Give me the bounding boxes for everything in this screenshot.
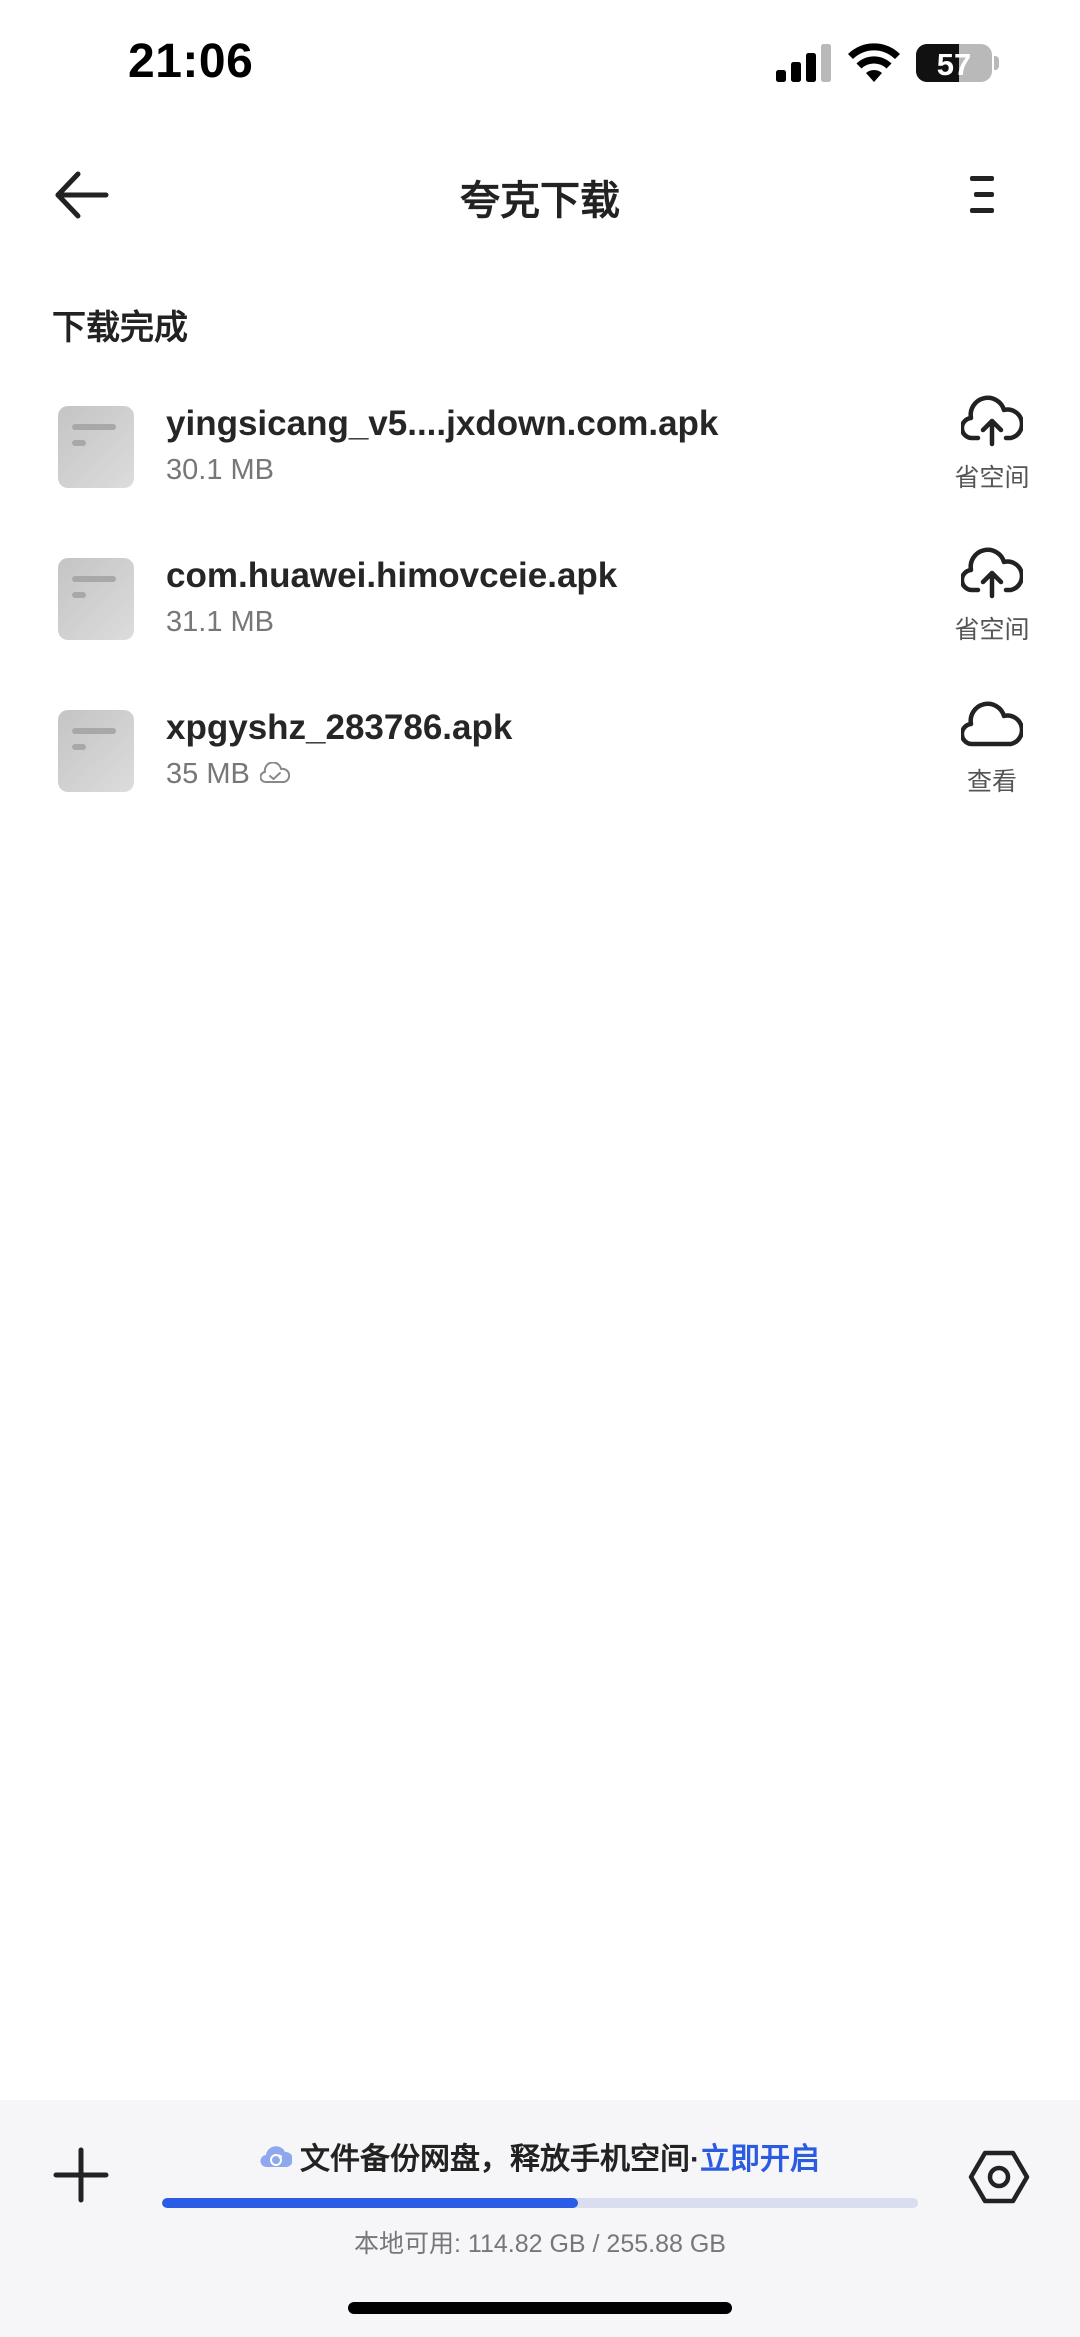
- menu-icon[interactable]: [960, 170, 1004, 220]
- view-button[interactable]: 查看: [940, 692, 1044, 810]
- apk-file-icon: [58, 558, 134, 640]
- file-name: com.huawei.himovceie.apk: [166, 556, 618, 595]
- file-name: yingsicang_v5....jxdown.com.apk: [166, 404, 719, 443]
- file-size: 31.1 MB: [166, 606, 274, 639]
- file-size-value: 35 MB: [166, 758, 250, 790]
- plus-icon[interactable]: [52, 2146, 110, 2204]
- file-size-value: 30.1 MB: [166, 454, 274, 486]
- battery-level: 57: [936, 47, 972, 82]
- save-space-label: 省空间: [954, 464, 1030, 492]
- apk-file-icon: [58, 710, 134, 792]
- backup-promo[interactable]: 文件备份网盘，释放手机空间·立即开启: [160, 2134, 920, 2178]
- save-space-button[interactable]: 省空间: [940, 540, 1044, 658]
- cloud-check-icon: [259, 762, 290, 783]
- file-name: xpgyshz_283786.apk: [166, 708, 513, 747]
- cloud-upload-icon: [961, 395, 1023, 447]
- file-size: 35 MB: [166, 758, 290, 791]
- wifi-icon: [848, 43, 900, 82]
- battery-icon: 57: [916, 44, 992, 82]
- cloud-icon: [961, 701, 1023, 747]
- list-item[interactable]: com.huawei.himovceie.apk 31.1 MB 省空间: [0, 530, 1080, 682]
- storage-progress-fill: [162, 2198, 578, 2208]
- list-item[interactable]: xpgyshz_283786.apk 35 MB 查看: [0, 682, 1080, 834]
- cloud-backup-icon: [260, 2146, 292, 2168]
- storage-progress-bar: [162, 2198, 918, 2208]
- enable-backup-link[interactable]: 立即开启: [700, 2143, 820, 2176]
- battery-tip: [994, 56, 999, 70]
- file-size-value: 31.1 MB: [166, 606, 274, 638]
- file-list: yingsicang_v5....jxdown.com.apk 30.1 MB …: [0, 378, 1080, 834]
- view-label: 查看: [966, 768, 1017, 796]
- list-item[interactable]: yingsicang_v5....jxdown.com.apk 30.1 MB …: [0, 378, 1080, 530]
- settings-icon[interactable]: [968, 2146, 1030, 2208]
- apk-file-icon: [58, 406, 134, 488]
- promo-text: 文件备份网盘，释放手机空间·: [300, 2143, 700, 2176]
- save-space-button[interactable]: 省空间: [940, 388, 1044, 506]
- status-bar: 21:06 57: [0, 0, 1080, 130]
- status-time: 21:06: [128, 35, 254, 88]
- page-title: 夸克下载: [460, 179, 620, 223]
- save-space-label: 省空间: [954, 616, 1030, 644]
- storage-text: 本地可用: 114.82 GB / 255.88 GB: [354, 2230, 726, 2258]
- signal-icon: [776, 44, 831, 82]
- section-title: 下载完成: [52, 309, 188, 347]
- cloud-upload-icon: [961, 547, 1023, 599]
- file-size: 30.1 MB: [166, 454, 274, 487]
- home-indicator[interactable]: [348, 2302, 732, 2314]
